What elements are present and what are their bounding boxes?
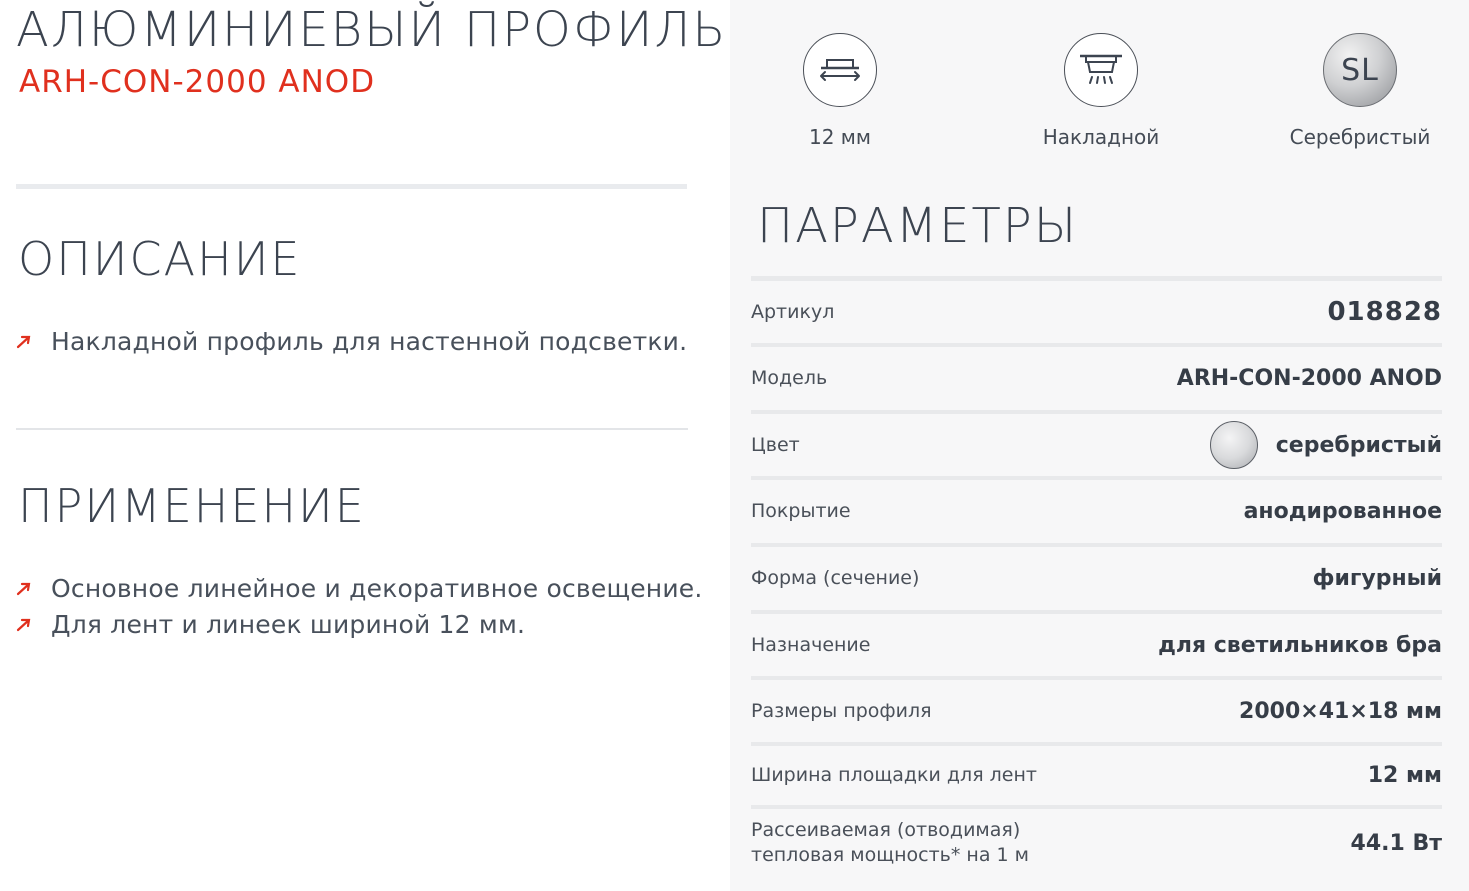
application-list: Основное линейное и декоративное освещен…: [16, 570, 703, 642]
param-key: Покрытие: [751, 500, 851, 522]
param-value: 44.1 Вт: [1350, 830, 1442, 856]
param-key: Форма (сечение): [751, 567, 920, 589]
product-model: ARH-CON-2000 ANOD: [19, 64, 376, 100]
product-info-column: АЛЮМИНИЕВЫЙ ПРОФИЛЬ ARH-CON-2000 ANOD ОП…: [0, 0, 730, 891]
param-value: фигурный: [1312, 566, 1442, 591]
surface-mount-icon: [1064, 33, 1138, 107]
param-key: Размеры профиля: [751, 699, 932, 722]
param-row-purpose: Назначение для светильников бра: [751, 614, 1442, 680]
param-row-dimensions: Размеры профиля 2000×41×18 мм: [751, 680, 1442, 746]
param-key: Модель: [751, 367, 828, 389]
list-item: Основное линейное и декоративное освещен…: [16, 570, 703, 606]
strip-width-icon: [803, 33, 877, 107]
param-key: Рассеиваемая (отводимая) тепловая мощнос…: [751, 818, 1029, 868]
red-arrow-icon: [16, 582, 31, 596]
params-table: Артикул 018828 Модель ARH-CON-2000 ANOD …: [751, 281, 1442, 877]
param-value: анодированное: [1243, 499, 1442, 524]
description-list: Накладной профиль для настенной подсветк…: [16, 323, 687, 359]
list-item: Для лент и линеек шириной 12 мм.: [16, 606, 703, 642]
param-row-shape: Форма (сечение) фигурный: [751, 547, 1442, 614]
param-row-strip-width: Ширина площадки для лент 12 мм: [751, 746, 1442, 809]
param-key: Ширина площадки для лент: [751, 764, 1037, 786]
param-value: серебристый: [1275, 432, 1442, 458]
param-row-model: Модель ARH-CON-2000 ANOD: [751, 347, 1442, 414]
param-key: Артикул: [751, 300, 835, 323]
list-item-text: Накладной профиль для настенной подсветк…: [51, 326, 688, 356]
product-title: АЛЮМИНИЕВЫЙ ПРОФИЛЬ: [16, 2, 728, 58]
param-key-line: Рассеиваемая (отводимая): [751, 819, 1021, 841]
description-title: ОПИСАНИЕ: [18, 232, 302, 286]
list-item-text: Для лент и линеек шириной 12 мм.: [51, 609, 526, 639]
list-item: Накладной профиль для настенной подсветк…: [16, 323, 687, 359]
param-value: 018828: [1327, 297, 1442, 327]
param-row-article: Артикул 018828: [751, 281, 1442, 347]
feature-surface-mount: Накладной: [1026, 33, 1176, 149]
feature-color: SL Серебристый: [1285, 33, 1435, 149]
param-row-heat: Рассеиваемая (отводимая) тепловая мощнос…: [751, 809, 1442, 877]
application-title: ПРИМЕНЕНИЕ: [18, 479, 366, 533]
feature-strip-width: 12 мм: [765, 33, 915, 149]
feature-label: Серебристый: [1289, 125, 1431, 149]
red-arrow-icon: [16, 335, 31, 349]
silver-color-icon: SL: [1323, 33, 1397, 107]
divider: [16, 184, 687, 189]
param-row-coating: Покрытие анодированное: [751, 480, 1442, 547]
param-value-wrap: серебристый: [1209, 421, 1442, 469]
feature-label: 12 мм: [809, 125, 871, 149]
param-row-color: Цвет серебристый: [751, 414, 1442, 480]
feature-label: Накладной: [1042, 125, 1160, 149]
product-page: АЛЮМИНИЕВЫЙ ПРОФИЛЬ ARH-CON-2000 ANOD ОП…: [0, 0, 1469, 891]
param-key-line: тепловая мощность* на 1 м: [751, 844, 1029, 866]
param-value: для светильников бра: [1158, 632, 1442, 658]
params-panel: 12 мм Накладной SL Серебристый ПАРАМЕТРЫ: [730, 0, 1469, 891]
param-value: 2000×41×18 мм: [1239, 698, 1442, 724]
params-title: ПАРАМЕТРЫ: [757, 198, 1079, 254]
param-value: 12 мм: [1367, 763, 1442, 788]
list-item-text: Основное линейное и декоративное освещен…: [51, 573, 703, 603]
divider: [16, 428, 688, 430]
param-value: ARH-CON-2000 ANOD: [1176, 366, 1442, 391]
color-swatch-icon: [1209, 421, 1258, 469]
param-key: Цвет: [751, 433, 800, 456]
silver-color-code: SL: [1341, 52, 1379, 88]
param-key: Назначение: [751, 633, 871, 656]
red-arrow-icon: [16, 618, 31, 632]
